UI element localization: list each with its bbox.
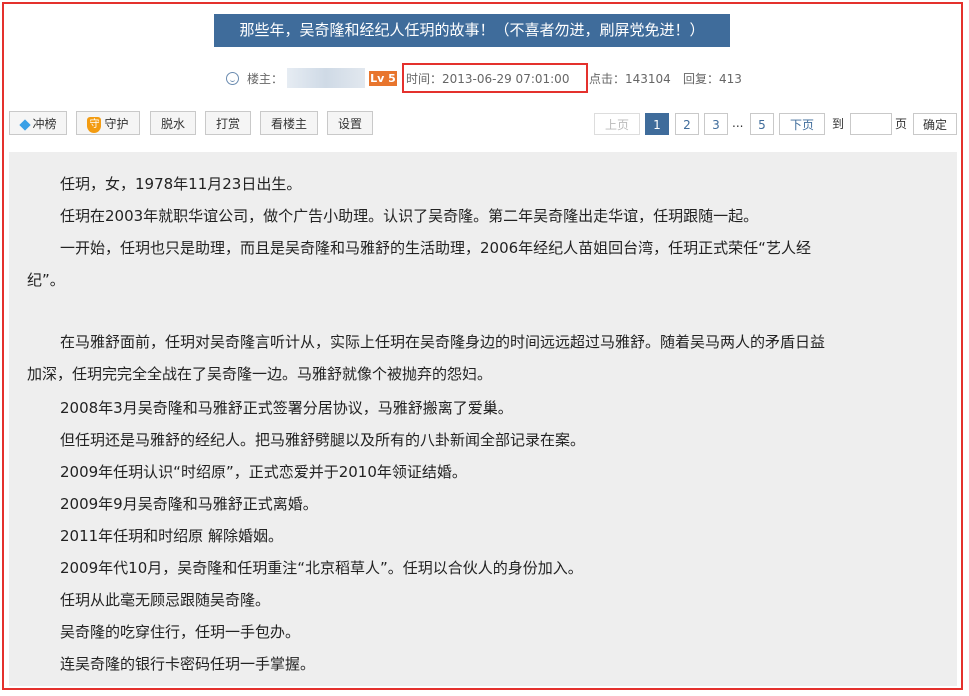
page-5-button[interactable]: 5: [750, 113, 774, 135]
page-unit-label: 页: [895, 117, 908, 131]
pagination-ellipsis: ...: [732, 116, 744, 130]
chongbang-label: 冲榜: [32, 117, 57, 131]
page-1-button[interactable]: 1: [645, 113, 669, 135]
level-badge: Lv 5: [369, 71, 397, 86]
page-3-button[interactable]: 3: [704, 113, 728, 135]
thread-title: 那些年，吴奇隆和经纪人任玥的故事！（不喜者勿进，刷屏党免进！）: [214, 14, 730, 47]
chongbang-button[interactable]: 冲榜: [9, 111, 67, 135]
jump-page-input[interactable]: [850, 113, 892, 135]
content-line: 2009年任玥认识“时绍原”，正式恋爱并于2010年领证结婚。: [60, 463, 467, 481]
next-page-button[interactable]: 下页: [779, 113, 825, 135]
content-line: 但任玥还是马雅舒的经纪人。把马雅舒劈腿以及所有的八卦新闻全部记录在案。: [60, 431, 586, 449]
time-highlight-box: [402, 63, 588, 93]
confirm-button[interactable]: 确定: [913, 113, 957, 135]
content-line: 加深，任玥完完全全战在了吴奇隆一边。马雅舒就像个被抛弃的怨妇。: [27, 365, 493, 383]
jump-to-label: 到: [832, 117, 845, 131]
content-line: 一开始，任玥也只是助理，而且是吴奇隆和马雅舒的生活助理，2006年经纪人苗姐回台…: [60, 239, 811, 257]
shield-icon: 守: [87, 116, 102, 133]
content-line: 纪”。: [27, 271, 65, 289]
prev-page-button[interactable]: 上页: [594, 113, 640, 135]
author-name-blurred[interactable]: [287, 68, 365, 88]
shouhu-button[interactable]: 守守护: [76, 111, 140, 135]
author-label: 楼主：: [247, 72, 284, 86]
content-line: 2008年3月吴奇隆和马雅舒正式签署分居协议，马雅舒搬离了爱巢。: [60, 399, 513, 417]
diamond-icon: [19, 118, 32, 131]
content-line: 任玥在2003年就职华谊公司，做个广告小助理。认识了吴奇隆。第二年吴奇隆出走华谊…: [60, 207, 759, 225]
settings-button[interactable]: 设置: [327, 111, 373, 135]
content-line: 吴奇隆的吃穿住行，任玥一手包办。: [60, 623, 301, 641]
tuoshui-button[interactable]: 脱水: [150, 111, 196, 135]
content-line: 任玥，女，1978年11月23日出生。: [60, 175, 302, 193]
content-line: 在马雅舒面前，任玥对吴奇隆言听计从，实际上任玥在吴奇隆身边的时间远远超过马雅舒。…: [60, 333, 826, 351]
smiley-icon: [226, 72, 239, 85]
reply-count: 回复：413: [683, 72, 742, 86]
content-line: 任玥从此毫无顾忌跟随吴奇隆。: [60, 591, 271, 609]
kanlouzhu-button[interactable]: 看楼主: [260, 111, 318, 135]
content-line: 2011年任玥和时绍原 解除婚姻。: [60, 527, 283, 545]
content-line: 2009年9月吴奇隆和马雅舒正式离婚。: [60, 495, 318, 513]
page-2-button[interactable]: 2: [675, 113, 699, 135]
shouhu-label: 守护: [104, 117, 129, 131]
content-line: 2009年代10月，吴奇隆和任玥重注“北京稻草人”。任玥以合伙人的身份加入。: [60, 559, 583, 577]
post-content: 任玥，女，1978年11月23日出生。 任玥在2003年就职华谊公司，做个广告小…: [9, 152, 957, 686]
content-line: 连吴奇隆的银行卡密码任玥一手掌握。: [60, 655, 316, 673]
dashang-button[interactable]: 打赏: [205, 111, 251, 135]
click-count: 点击：143104: [589, 72, 671, 86]
